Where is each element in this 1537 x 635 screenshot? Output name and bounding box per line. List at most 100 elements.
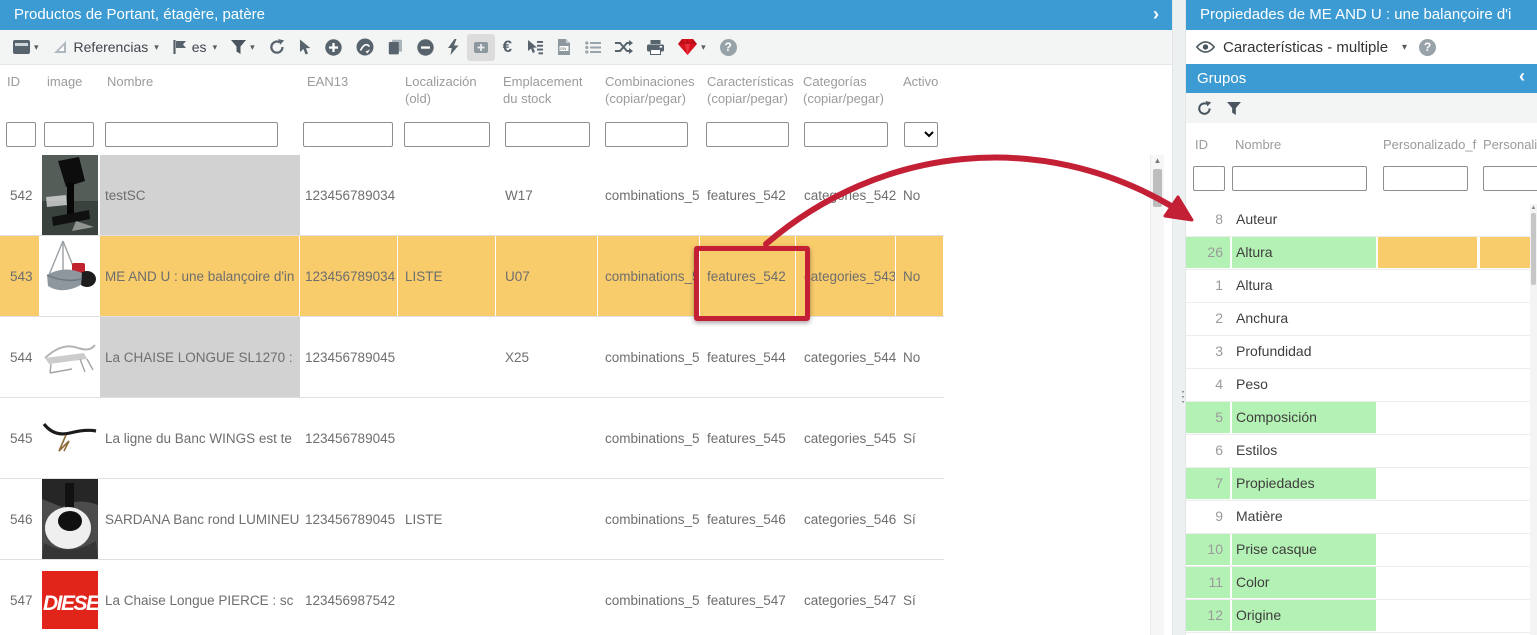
toolbar-button-panel[interactable]: ▾ — [7, 34, 45, 61]
cell-personali[interactable] — [1480, 369, 1537, 400]
cell-caracteristicas[interactable]: features_545 — [700, 398, 796, 478]
cell-id[interactable]: 545 — [0, 398, 40, 478]
toolbar-button-euro[interactable]: € — [497, 34, 518, 61]
view-selector-value[interactable]: Características - multiple — [1223, 39, 1388, 56]
toolbar-button-csv[interactable]: csv — [551, 34, 577, 61]
cell-ean13[interactable]: 123456789034 — [300, 236, 398, 316]
cell-personalizado-f[interactable] — [1378, 501, 1477, 532]
product-image-diesel-logo[interactable]: DIESE — [40, 560, 100, 635]
cell-group-id[interactable]: 6 — [1186, 435, 1230, 466]
cell-id[interactable]: 544 — [0, 317, 40, 397]
cell-localizacion[interactable]: LISTE — [398, 479, 496, 559]
cell-name[interactable]: SARDANA Banc rond LUMINEU — [100, 479, 300, 559]
toolbar-button-cursor[interactable] — [293, 34, 317, 61]
scroll-up-icon[interactable]: ▲ — [1530, 204, 1537, 212]
column-header[interactable]: Nombre — [107, 74, 295, 91]
cell-activo[interactable]: No — [896, 155, 944, 235]
cell-personali[interactable] — [1480, 237, 1537, 268]
cell-group-name[interactable]: Origine — [1232, 600, 1376, 631]
product-image-chaise-longue-photo[interactable] — [40, 317, 100, 397]
cell-caracteristicas[interactable]: features_547 — [700, 560, 796, 635]
cell-caracteristicas[interactable]: features_546 — [700, 479, 796, 559]
cell-personalizado-f[interactable] — [1378, 468, 1477, 499]
cell-group-id[interactable]: 11 — [1186, 567, 1230, 598]
cell-activo[interactable]: Sí — [896, 398, 944, 478]
product-row-545[interactable]: 545La ligne du Banc WINGS est te12345678… — [0, 398, 944, 479]
cell-personalizado-f[interactable] — [1378, 600, 1477, 631]
cell-categorias[interactable]: categories_545 — [796, 398, 896, 478]
cell-group-id[interactable]: 26 — [1186, 237, 1230, 268]
groups-filter-input[interactable] — [1193, 166, 1225, 191]
cell-personali[interactable] — [1480, 567, 1537, 598]
cell-personalizado-f[interactable] — [1378, 567, 1477, 598]
cell-combinaciones[interactable]: combinations_5 — [598, 317, 700, 397]
group-row-5[interactable]: 5Composición — [1186, 402, 1537, 435]
cell-group-name[interactable]: Altura — [1232, 237, 1376, 268]
cell-personalizado-f[interactable] — [1378, 204, 1477, 235]
cell-group-id[interactable]: 5 — [1186, 402, 1230, 433]
cell-personalizado-f[interactable] — [1378, 402, 1477, 433]
cell-personali[interactable] — [1480, 600, 1537, 631]
groups-filter-input[interactable] — [1483, 166, 1537, 191]
filter-input-image[interactable] — [44, 122, 94, 147]
cell-combinaciones[interactable]: combinations_5 — [598, 560, 700, 635]
cell-group-name[interactable]: Peso — [1232, 369, 1376, 400]
scroll-up-icon[interactable]: ▲ — [1151, 155, 1164, 167]
cell-categorias[interactable]: categories_547 — [796, 560, 896, 635]
toolbar-button-flag[interactable]: es▾ — [167, 34, 223, 61]
group-row-4[interactable]: 4Peso — [1186, 369, 1537, 402]
cell-group-id[interactable]: 12 — [1186, 600, 1230, 631]
cell-categorias[interactable]: categories_546 — [796, 479, 896, 559]
filter-input-caracteristicas[interactable] — [706, 122, 789, 147]
help-icon[interactable]: ? — [1419, 39, 1436, 56]
product-row-546[interactable]: 546SARDANA Banc rond LUMINEU123456789045… — [0, 479, 944, 560]
toolbar-button-help[interactable]: ? — [714, 34, 743, 61]
group-row-9[interactable]: 9Matière — [1186, 501, 1537, 534]
product-row-542[interactable]: 542testSC123456789034W17combinations_5fe… — [0, 155, 944, 236]
toolbar-button-prestashop[interactable] — [350, 34, 380, 61]
cell-emplacement[interactable] — [496, 560, 598, 635]
cell-group-id[interactable]: 9 — [1186, 501, 1230, 532]
cell-combinaciones[interactable]: combinations_5 — [598, 398, 700, 478]
cell-group-id[interactable]: 1 — [1186, 270, 1230, 301]
column-header[interactable]: ID — [7, 74, 35, 91]
cell-group-name[interactable]: Composición — [1232, 402, 1376, 433]
column-header[interactable]: Activo — [903, 74, 939, 91]
group-row-1[interactable]: 1Altura — [1186, 270, 1537, 303]
cell-personali[interactable] — [1480, 435, 1537, 466]
cell-caracteristicas[interactable]: features_542 — [700, 236, 796, 316]
cell-ean13[interactable]: 123456789034 — [300, 155, 398, 235]
cell-emplacement[interactable]: W17 — [496, 155, 598, 235]
product-image-office-chair-photo[interactable] — [40, 155, 100, 235]
toolbar-button-copy[interactable] — [382, 34, 409, 61]
filter-input-localizacion[interactable] — [404, 122, 490, 147]
filter-input-name[interactable] — [105, 122, 278, 147]
cell-group-id[interactable]: 2 — [1186, 303, 1230, 334]
cell-ean13[interactable]: 123456789045 — [300, 479, 398, 559]
column-header[interactable]: Personali — [1483, 137, 1537, 152]
product-image-round-bench-photo[interactable] — [40, 479, 100, 559]
cell-group-id[interactable]: 8 — [1186, 204, 1230, 235]
cell-personali[interactable] — [1480, 270, 1537, 301]
group-row-2[interactable]: 2Anchura — [1186, 303, 1537, 336]
cell-personalizado-f[interactable] — [1378, 237, 1477, 268]
cell-personali[interactable] — [1480, 303, 1537, 334]
groups-filter-input[interactable] — [1232, 166, 1367, 191]
scrollbar-thumb[interactable] — [1153, 169, 1162, 207]
column-header[interactable]: Localización (old) — [405, 74, 491, 108]
cell-localizacion[interactable]: LISTE — [398, 236, 496, 316]
cell-group-name[interactable]: Profundidad — [1232, 336, 1376, 367]
cell-group-name[interactable]: Matière — [1232, 501, 1376, 532]
column-header[interactable]: Combinaciones (copiar/pegar) — [605, 74, 695, 108]
cell-name[interactable]: ME AND U : une balançoire d'in — [100, 236, 300, 316]
column-header[interactable]: EAN13 — [307, 74, 393, 91]
toolbar-button-refresh[interactable] — [263, 34, 291, 61]
cell-activo[interactable]: No — [896, 236, 944, 316]
toolbar-button-filter[interactable]: ▾ — [225, 34, 261, 61]
cell-localizacion[interactable] — [398, 398, 496, 478]
cell-localizacion[interactable] — [398, 155, 496, 235]
cell-name[interactable]: testSC — [100, 155, 300, 235]
toolbar-button-shuffle[interactable] — [609, 34, 639, 61]
filter-icon[interactable] — [1227, 102, 1241, 115]
scrollbar-thumb[interactable] — [1531, 213, 1536, 285]
